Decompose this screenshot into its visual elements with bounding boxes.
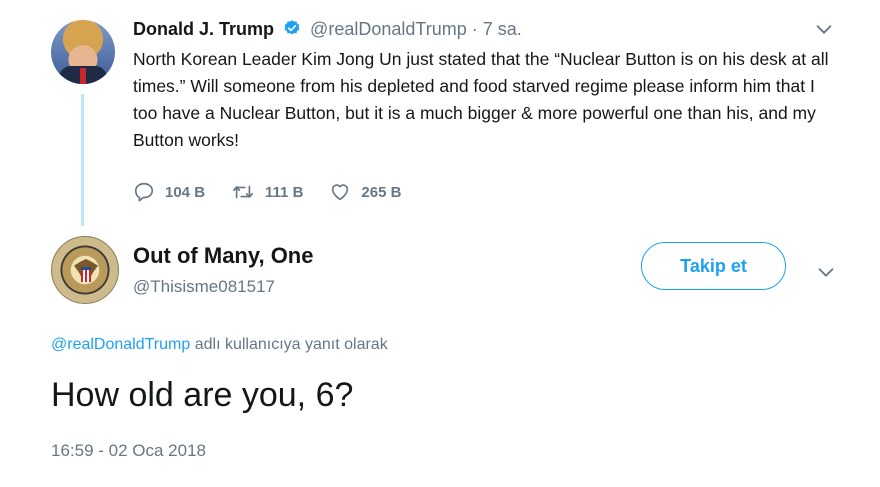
verified-badge-icon bbox=[284, 20, 300, 35]
replying-to-text: adlı kullanıcıya yanıt olarak bbox=[190, 336, 388, 353]
thread-line bbox=[81, 94, 84, 226]
avatar[interactable] bbox=[51, 236, 119, 304]
tweet-text: North Korean Leader Kim Jong Un just sta… bbox=[133, 49, 829, 150]
tweet-text: How old are you, 6? bbox=[51, 376, 354, 414]
follow-button[interactable]: Takip et bbox=[641, 242, 786, 290]
reply-count: 104 B bbox=[165, 183, 206, 201]
avatar[interactable] bbox=[51, 20, 115, 84]
heart-icon bbox=[332, 184, 349, 201]
reply-button[interactable]: 104 B bbox=[133, 181, 205, 203]
retweet-button[interactable]: 111 B bbox=[231, 181, 303, 203]
author-name[interactable]: Donald J. Trump bbox=[133, 19, 274, 39]
tweet-time[interactable]: 7 sa. bbox=[483, 19, 522, 39]
seal-shield bbox=[81, 267, 91, 282]
tweet-actions: 104 B 111 B 265 B bbox=[133, 180, 427, 204]
chevron-down-icon[interactable] bbox=[813, 18, 835, 45]
replying-to-link[interactable]: @realDonaldTrump bbox=[51, 336, 190, 353]
tweet-timestamp[interactable]: 16:59 - 02 Oca 2018 bbox=[51, 441, 206, 461]
retweet-count: 111 B bbox=[265, 183, 304, 201]
like-count: 265 B bbox=[361, 183, 402, 201]
author-handle[interactable]: @Thisisme081517 bbox=[133, 277, 275, 297]
tweet-header: Donald J. Trump @realDonaldTrump · 7 sa. bbox=[133, 19, 522, 40]
author-name[interactable]: Out of Many, One bbox=[133, 243, 313, 269]
retweet-icon bbox=[233, 185, 254, 199]
reply-context: @realDonaldTrump adlı kullanıcıya yanıt … bbox=[51, 336, 388, 354]
chevron-down-icon[interactable] bbox=[815, 261, 837, 288]
reply-icon bbox=[134, 182, 154, 202]
separator-dot: · bbox=[471, 19, 478, 39]
like-button[interactable]: 265 B bbox=[329, 181, 401, 203]
author-handle[interactable]: @realDonaldTrump bbox=[310, 19, 467, 39]
avatar-tie bbox=[80, 68, 86, 84]
